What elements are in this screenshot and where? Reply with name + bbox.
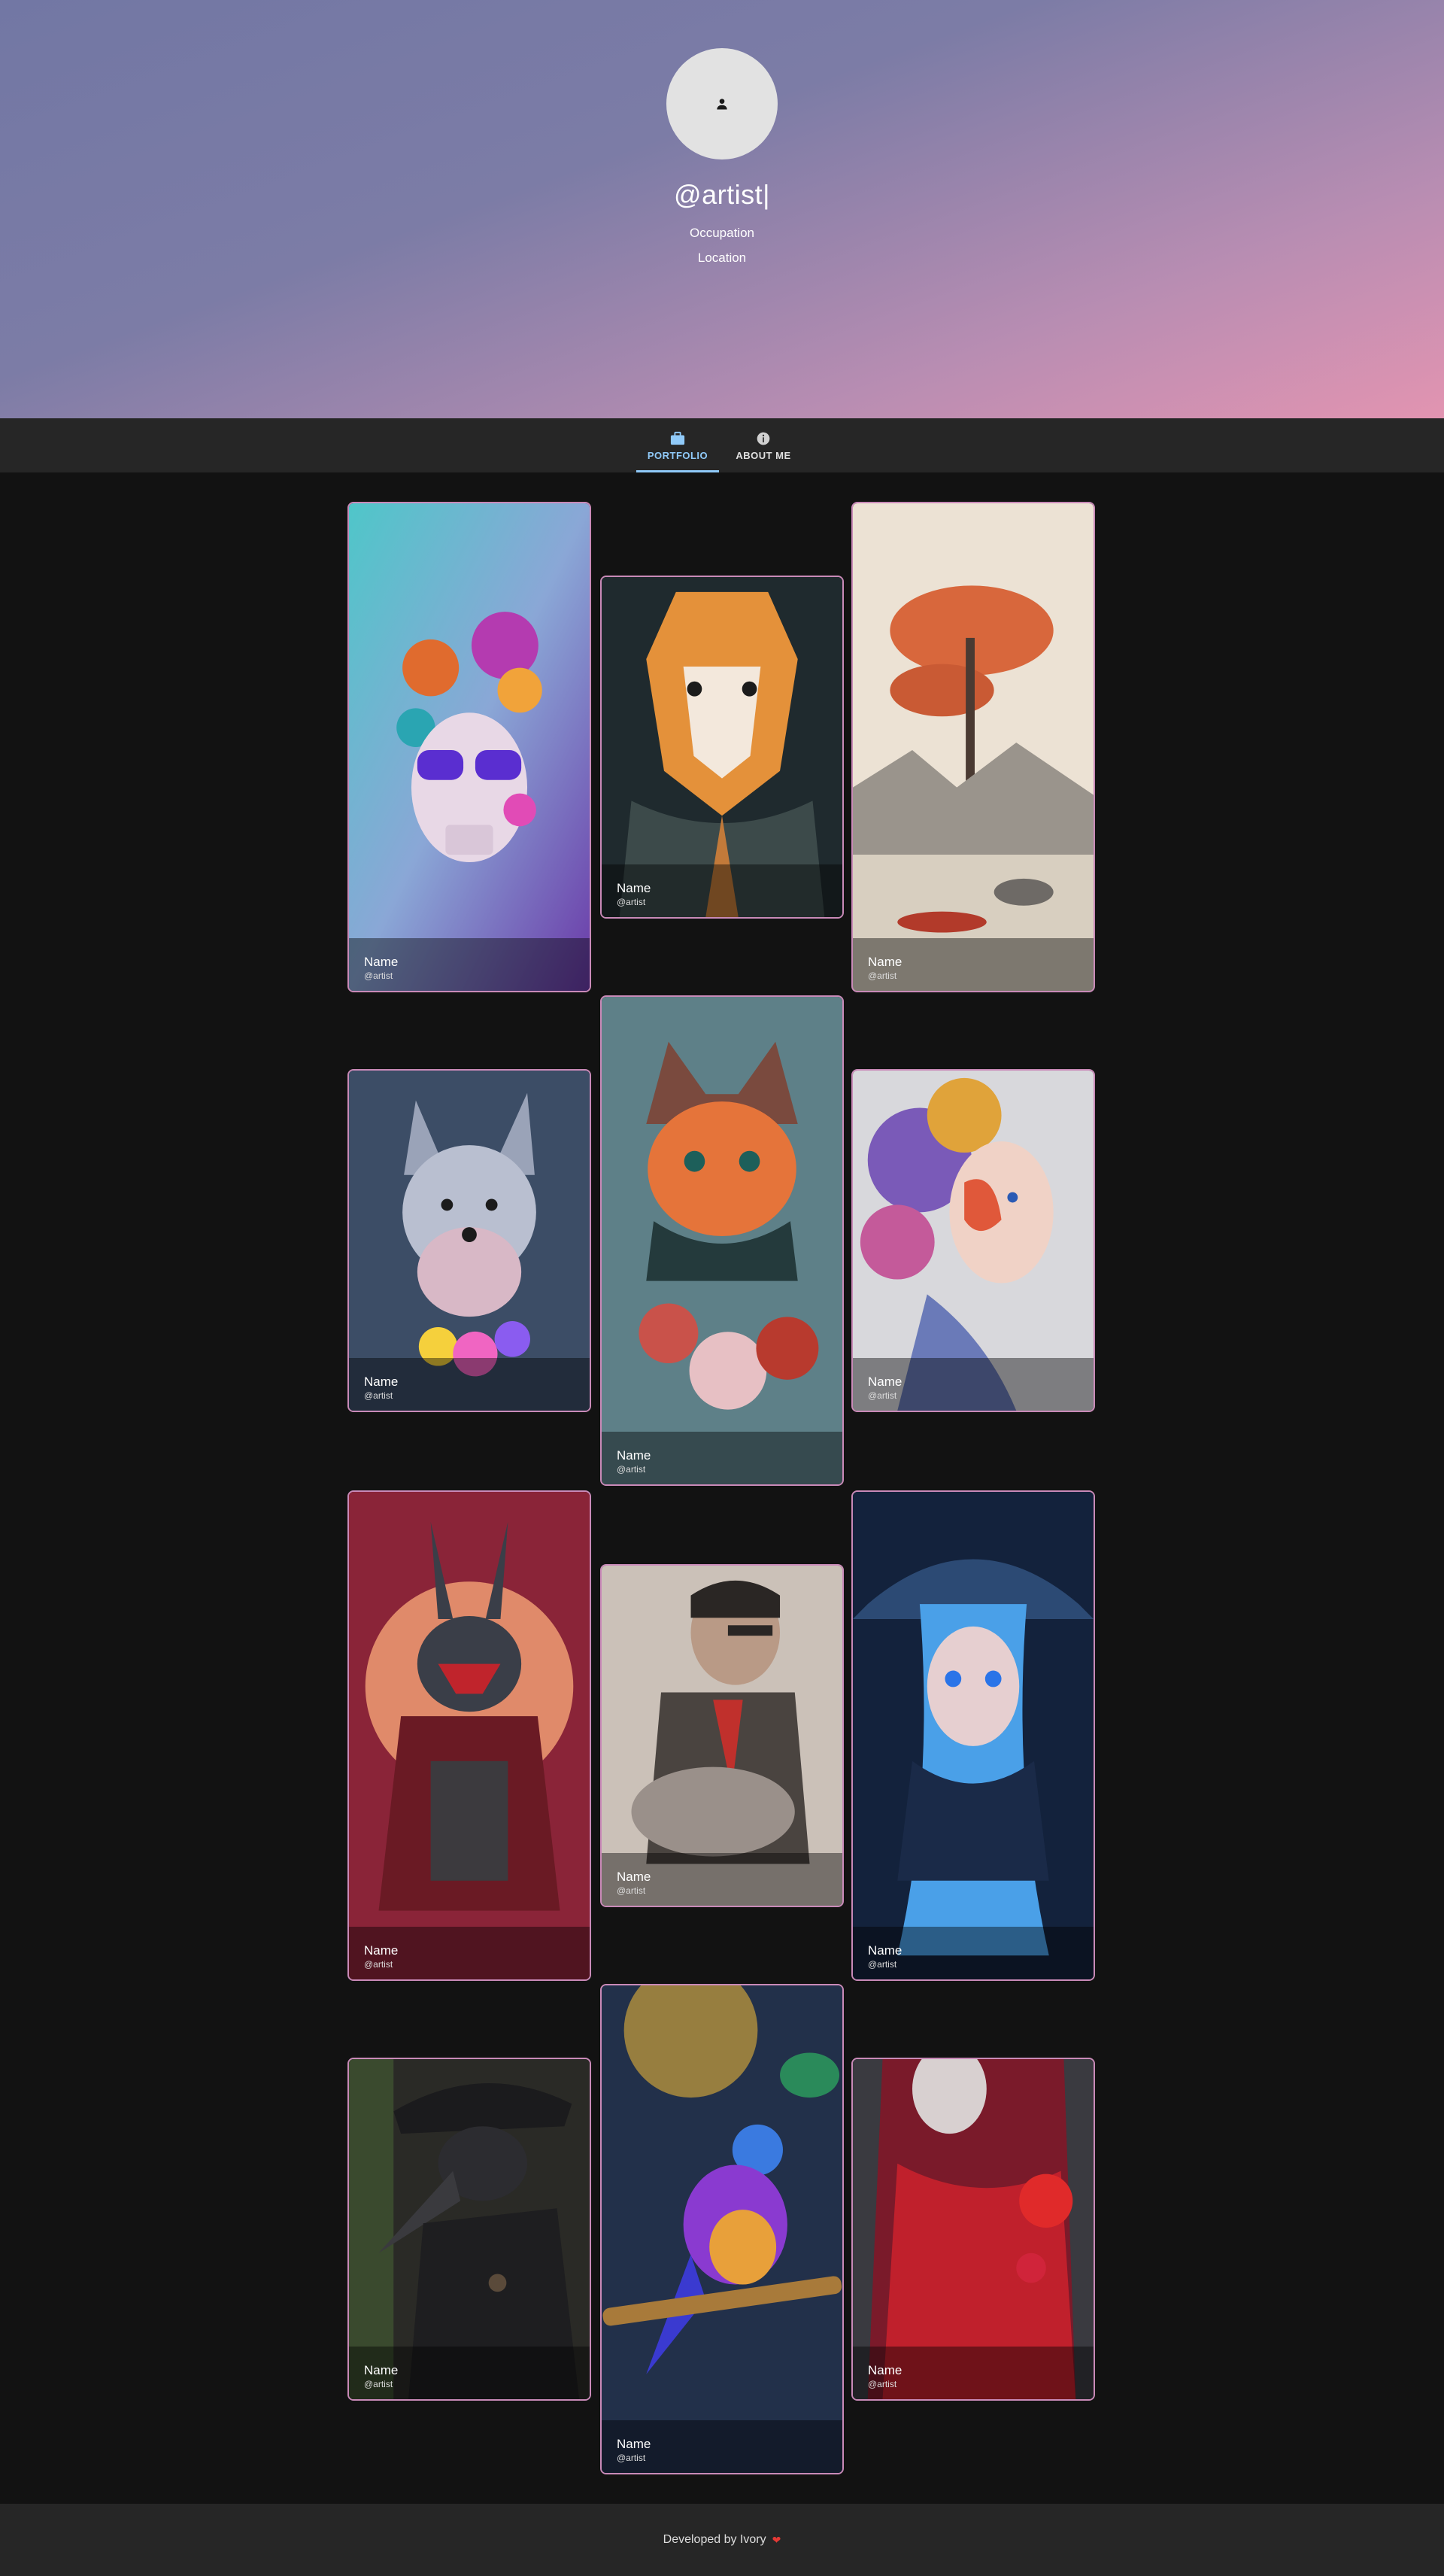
samurai-rabbit-artwork [349,1492,590,1979]
artwork-caption: Name @artist [853,2347,1094,2399]
artwork-user: @artist [364,1390,393,1401]
footer: Developed by Ivory ❤ [0,2504,1444,2576]
artwork-name: Name [617,881,651,895]
avatar[interactable] [666,48,778,159]
artwork-user: @artist [868,1390,897,1401]
active-tab-indicator [636,470,719,472]
info-icon [757,432,770,445]
artwork-caption: Name @artist [602,1853,842,1906]
artwork-card[interactable]: Name @artist [347,1069,591,1412]
artwork-caption: Name @artist [602,1432,842,1484]
artwork-user: @artist [617,2453,646,2463]
artwork-card[interactable]: Name @artist [347,502,591,992]
person-icon [717,99,727,110]
artwork-caption: Name @artist [853,938,1094,991]
artwork-name: Name [617,1870,651,1884]
red-tree-artwork [853,503,1094,991]
tab-about-me[interactable]: ABOUT ME [722,418,805,472]
profile-occupation: Occupation [690,226,754,240]
profile-handle: @artist| [674,179,770,210]
artwork-user: @artist [868,2379,897,2389]
artwork-card[interactable]: Name @artist [347,2058,591,2401]
artwork-name: Name [364,955,399,969]
artwork-card[interactable]: Name @artist [851,1490,1095,1981]
artwork-card[interactable]: Name @artist [851,2058,1095,2401]
footer-text: Developed by Ivory [663,2533,766,2546]
artwork-caption: Name @artist [349,938,590,991]
artwork-user: @artist [364,971,393,981]
blue-witch-artwork [853,1492,1094,1979]
artwork-name: Name [868,1943,902,1958]
artwork-caption: Name @artist [349,1358,590,1411]
artwork-caption: Name @artist [853,1927,1094,1979]
artwork-user: @artist [617,1885,646,1896]
artwork-user: @artist [364,2379,393,2389]
artwork-name: Name [364,1943,399,1958]
artwork-user: @artist [868,971,897,981]
artwork-caption: Name @artist [602,2420,842,2473]
tab-about-me-label: ABOUT ME [736,449,791,461]
artwork-caption: Name @artist [602,864,842,917]
artwork-user: @artist [617,1464,646,1475]
artwork-card[interactable]: Name @artist [851,502,1095,992]
artwork-name: Name [617,2437,651,2451]
artwork-user: @artist [364,1959,393,1970]
floral-skull-artwork [349,503,590,991]
tab-portfolio-label: PORTFOLIO [647,449,708,461]
colorful-bird-artwork [602,1985,842,2473]
artwork-card[interactable]: Name @artist [600,1984,844,2474]
profile-location: Location [697,251,747,265]
hooded-cat-artwork [602,997,842,1484]
briefcase-icon [670,431,685,445]
artwork-card[interactable]: Name @artist [347,1490,591,1981]
artwork-card[interactable]: Name @artist [600,1564,844,1907]
artwork-name: Name [617,1448,651,1463]
tab-portfolio[interactable]: PORTFOLIO [636,418,719,472]
heart-icon: ❤ [772,2533,781,2546]
artwork-name: Name [868,2363,902,2377]
artwork-user: @artist [617,897,646,907]
artwork-card[interactable]: Name @artist [600,576,844,919]
artwork-caption: Name @artist [349,1927,590,1979]
artwork-name: Name [868,1375,902,1389]
artwork-caption: Name @artist [853,1358,1094,1411]
artwork-caption: Name @artist [349,2347,590,2399]
artwork-card[interactable]: Name @artist [600,995,844,1486]
artwork-name: Name [364,1375,399,1389]
artwork-name: Name [868,955,902,969]
artwork-user: @artist [868,1959,897,1970]
artwork-name: Name [364,2363,399,2377]
tab-bar: PORTFOLIO ABOUT ME [0,418,1444,472]
artwork-card[interactable]: Name @artist [851,1069,1095,1412]
